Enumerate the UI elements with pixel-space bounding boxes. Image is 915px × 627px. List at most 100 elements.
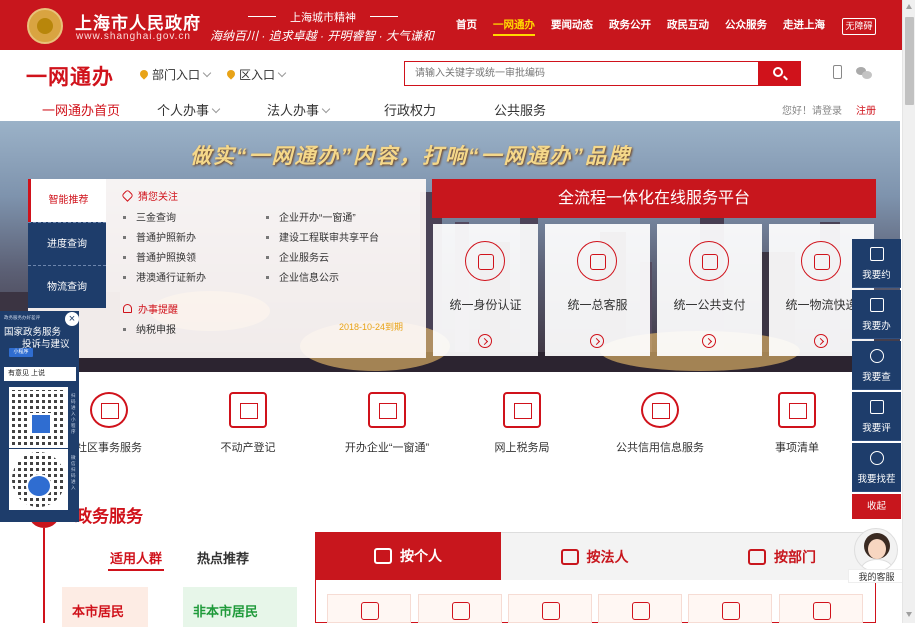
subnav-corporate[interactable]: 法人办事: [267, 100, 331, 119]
service-business-opening[interactable]: 开办企业“一窗通”: [322, 390, 452, 465]
float-label: 我要约: [862, 270, 891, 281]
focus-item[interactable]: 企业信息公示: [266, 269, 339, 284]
service-tax[interactable]: 网上税务局: [457, 390, 587, 465]
focus-item[interactable]: 建设工程联审共享平台: [266, 229, 379, 244]
chevron-down-icon: [321, 104, 331, 114]
platform-title-bar: 全流程一体化在线服务平台: [432, 179, 876, 218]
service-item-list[interactable]: 事项清单: [732, 390, 862, 465]
float-label: 我要找茬: [857, 474, 896, 485]
arrow-right-circle-icon[interactable]: [478, 334, 492, 348]
dept-entry-dropdown[interactable]: 部门入口: [138, 66, 212, 83]
card-label: 统一身份认证: [449, 298, 522, 312]
tab-progress-query[interactable]: 进度查询: [28, 222, 106, 265]
service-real-estate[interactable]: 不动产登记: [183, 390, 313, 465]
subnav-admin-power[interactable]: 行政权力: [384, 100, 436, 119]
scroll-up-arrow-icon[interactable]: [906, 4, 912, 9]
headset-icon: [577, 241, 617, 281]
service-credit[interactable]: 公共信用信息服务: [595, 390, 725, 465]
district-entry-dropdown[interactable]: 区入口: [225, 66, 287, 83]
city-spirit-text: 海纳百川 · 追求卓越 · 开明睿智 · 大气谦和: [210, 29, 434, 43]
focus-item[interactable]: 企业服务云: [266, 249, 329, 264]
close-icon[interactable]: ×: [65, 312, 79, 326]
login-link[interactable]: 您好！请登录: [782, 102, 842, 117]
wechat-icon[interactable]: [856, 67, 872, 79]
tab-by-individual[interactable]: 按个人: [315, 532, 501, 580]
search-icon: [773, 67, 783, 77]
category-item-graduation-icon[interactable]: [688, 594, 772, 623]
customer-service-avatar[interactable]: [854, 528, 898, 572]
focus-item[interactable]: 港澳通行证新办: [123, 269, 206, 284]
category-item-id-card-icon[interactable]: [418, 594, 502, 623]
remind-item[interactable]: 纳税申报: [123, 321, 176, 336]
card-public-payment[interactable]: 统一公共支付: [657, 224, 762, 356]
nav-interaction[interactable]: 政民互动: [659, 0, 717, 50]
tab-applicable-groups[interactable]: 适用人群: [110, 548, 162, 567]
brand-logo-text[interactable]: 一网通办: [26, 61, 114, 91]
nav-public-service[interactable]: 公众服务: [717, 0, 775, 50]
card-customer-service[interactable]: 统一总客服: [545, 224, 650, 356]
collapse-button[interactable]: 收起: [852, 494, 901, 519]
card-nonlocal-resident[interactable]: 非本市居民: [183, 587, 297, 627]
card-identity-auth[interactable]: 统一身份认证: [433, 224, 538, 356]
tab-smart-recommend[interactable]: 智能推荐: [28, 179, 106, 222]
nav-one-network[interactable]: 一网通办: [485, 0, 543, 50]
category-item-maternity-icon[interactable]: [327, 594, 411, 623]
heart-icon: [121, 189, 134, 202]
arrow-right-circle-icon[interactable]: [814, 334, 828, 348]
mini-program-header: 政务服务办好差评: [4, 315, 40, 320]
service-label: 公共信用信息服务: [616, 442, 704, 454]
customer-service-label[interactable]: 我的客服: [848, 569, 905, 583]
focus-item[interactable]: 企业开办“一窗通”: [266, 209, 356, 224]
tab-logistics-query[interactable]: 物流查询: [28, 265, 106, 308]
arrow-right-circle-icon[interactable]: [702, 334, 716, 348]
government-emblem-icon[interactable]: [27, 8, 63, 44]
float-appointment[interactable]: 我要约: [852, 239, 901, 288]
scroll-down-arrow-icon[interactable]: [906, 612, 912, 617]
app-logo-icon: [30, 413, 52, 435]
chevron-down-icon: [202, 68, 212, 78]
office-building-icon: [560, 549, 579, 565]
tab-hot-recommend[interactable]: 热点推荐: [197, 548, 249, 567]
app-logo-icon: [26, 474, 52, 498]
subnav-public-service[interactable]: 公共服务: [494, 100, 546, 119]
district-entry-label: 区入口: [239, 68, 276, 82]
focus-item[interactable]: 普通护照新办: [123, 229, 196, 244]
category-item-house-icon[interactable]: [508, 594, 592, 623]
mobile-icon[interactable]: [833, 65, 842, 79]
accessibility-button[interactable]: 无障碍: [842, 18, 876, 35]
scroll-thumb[interactable]: [905, 17, 914, 105]
register-link[interactable]: 注册: [856, 102, 876, 117]
nav-gov-affairs[interactable]: 政务公开: [601, 0, 659, 50]
arrow-right-circle-icon[interactable]: [590, 334, 604, 348]
focus-item[interactable]: 普通护照换领: [123, 249, 196, 264]
category-item-medal-icon[interactable]: [598, 594, 682, 623]
remind-due-date: 2018-10-24到期: [339, 322, 404, 332]
focus-item[interactable]: 三金查询: [123, 209, 176, 224]
tab-by-corporate[interactable]: 按法人: [501, 532, 688, 580]
category-item-lightbulb-icon[interactable]: [779, 594, 863, 623]
nav-news[interactable]: 要闻动态: [543, 0, 601, 50]
mini-program-code-image: [9, 449, 68, 510]
tax-bureau-icon: [503, 392, 541, 428]
magnifier-icon: [870, 451, 884, 465]
remind-title-text: 办事提醒: [138, 305, 178, 316]
card-local-resident[interactable]: 本市居民: [62, 587, 148, 627]
subnav-personal-label: 个人办事: [157, 103, 210, 118]
site-url: www.shanghai.gov.cn: [76, 31, 191, 42]
list-icon: [778, 392, 816, 428]
page-scrollbar[interactable]: [902, 0, 915, 623]
float-handle[interactable]: 我要办: [852, 290, 901, 339]
subnav-personal[interactable]: 个人办事: [157, 100, 221, 119]
cat-tab-label: 按部门: [774, 549, 816, 565]
active-tab-underline: [108, 569, 164, 571]
monitor-icon: [870, 298, 884, 312]
search-input[interactable]: [405, 62, 755, 85]
gov-services-title: 政务服务: [75, 507, 143, 526]
nav-home[interactable]: 首页: [448, 0, 485, 50]
card-label: 统一公共支付: [673, 298, 746, 312]
float-query[interactable]: 我要查: [852, 341, 901, 390]
search-button[interactable]: [758, 62, 800, 85]
remind-section-title: 办事提醒: [123, 301, 178, 316]
nav-about-shanghai[interactable]: 走进上海: [775, 0, 833, 50]
subnav-home[interactable]: 一网通办首页: [42, 100, 120, 119]
